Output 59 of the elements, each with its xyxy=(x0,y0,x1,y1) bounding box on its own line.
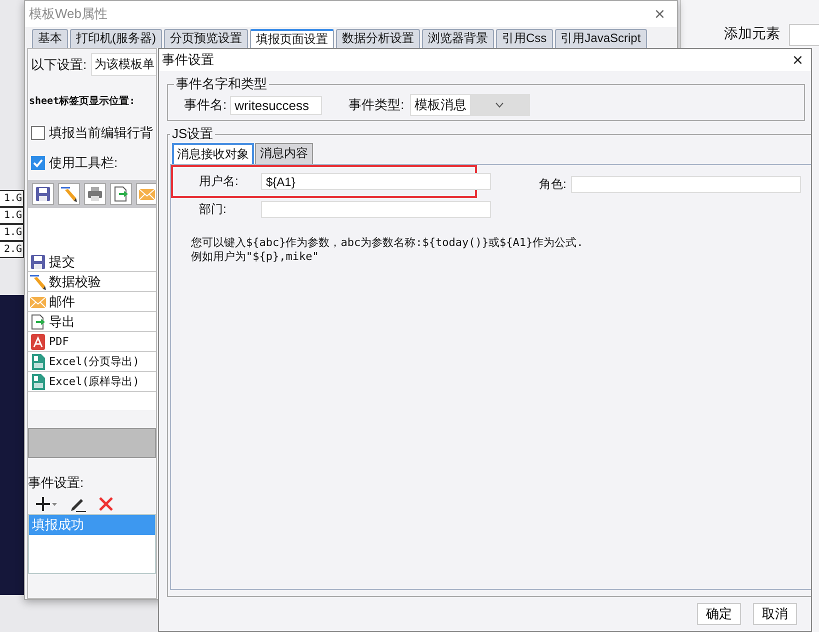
field-label: 以下设置: xyxy=(31,56,87,74)
tab[interactable]: 引用JavaScript xyxy=(554,29,647,48)
tab[interactable]: 打印机(服务器) xyxy=(70,29,162,48)
field-label: 事件类型: xyxy=(348,96,404,114)
dialog-button[interactable]: 确定 xyxy=(697,603,741,625)
close-button[interactable]: × xyxy=(650,4,669,24)
help-text: 您可以键入${abc}作为参数，abc为参数名称:${today()}或${A1}作为公式. xyxy=(191,236,584,250)
table-cell: 1.G xyxy=(0,190,24,207)
tab[interactable]: 浏览器背景 xyxy=(422,29,494,48)
field-label: sheet标签页显示位置: xyxy=(29,94,136,108)
section-label: 事件设置: xyxy=(28,474,85,492)
tab[interactable]: 消息内容 xyxy=(255,143,313,164)
export-icon xyxy=(113,186,129,202)
window-title: 模板Web属性 xyxy=(29,5,108,23)
input-field[interactable] xyxy=(789,24,819,46)
tab[interactable]: 填报页面设置 xyxy=(250,29,334,48)
button-list-item[interactable]: Excel(分页导出) xyxy=(49,354,140,369)
table-cell: 1.G xyxy=(0,224,24,241)
field-label: 角色: xyxy=(539,176,568,193)
tab[interactable]: 引用Css xyxy=(496,29,553,48)
pencil-icon xyxy=(30,274,46,290)
button-list-item[interactable]: Excel(原样导出) xyxy=(49,374,140,389)
add-icon[interactable] xyxy=(36,496,58,512)
input-field[interactable] xyxy=(571,176,801,193)
group-title: JS设置 xyxy=(171,125,214,143)
checkbox-label: 填报当前编辑行背 xyxy=(49,124,153,142)
checkbox[interactable] xyxy=(31,156,45,170)
button-list-item[interactable]: 邮件 xyxy=(49,292,75,310)
help-text: 例如用户为"${p},mike" xyxy=(191,250,320,264)
edit-icon[interactable] xyxy=(70,496,86,512)
dialog-button[interactable]: 取消 xyxy=(753,603,797,625)
pencil-icon xyxy=(61,186,77,202)
input-field[interactable] xyxy=(261,201,491,218)
panel-label: 添加元素 xyxy=(724,25,780,43)
checkbox[interactable] xyxy=(31,126,45,140)
input-field[interactable]: writesuccess xyxy=(230,96,322,114)
table-cell: 2.G xyxy=(0,241,24,258)
field-label: 事件名: xyxy=(184,96,227,114)
button-list-item[interactable]: 导出 xyxy=(49,312,75,330)
tab[interactable]: 基本 xyxy=(32,29,68,48)
button-list-item[interactable]: PDF xyxy=(49,335,69,348)
table-cell: 1.G xyxy=(0,207,24,224)
field-label: 用户名: xyxy=(199,173,240,190)
printer-icon xyxy=(87,186,103,202)
group-title: 事件名字和类型 xyxy=(175,75,268,93)
tab[interactable]: 分页预览设置 xyxy=(164,29,248,48)
checkbox-label: 使用工具栏: xyxy=(49,154,118,172)
button-list-item[interactable]: 提交 xyxy=(49,252,75,270)
close-button[interactable]: × xyxy=(790,50,805,70)
tab[interactable]: 消息接收对象 xyxy=(172,143,254,164)
settings-field[interactable]: 为该模板单 xyxy=(90,53,156,76)
dialog-title: 事件设置 xyxy=(162,51,214,69)
type-dropdown[interactable]: 模板消息 xyxy=(410,94,530,116)
tab[interactable]: 数据分析设置 xyxy=(336,29,420,48)
button-list-item[interactable]: 数据校验 xyxy=(49,272,101,290)
field-label: 部门: xyxy=(199,201,228,218)
chevron-down-icon xyxy=(495,102,504,108)
input-field[interactable]: ${A1} xyxy=(261,173,491,190)
delete-icon[interactable] xyxy=(98,496,114,512)
